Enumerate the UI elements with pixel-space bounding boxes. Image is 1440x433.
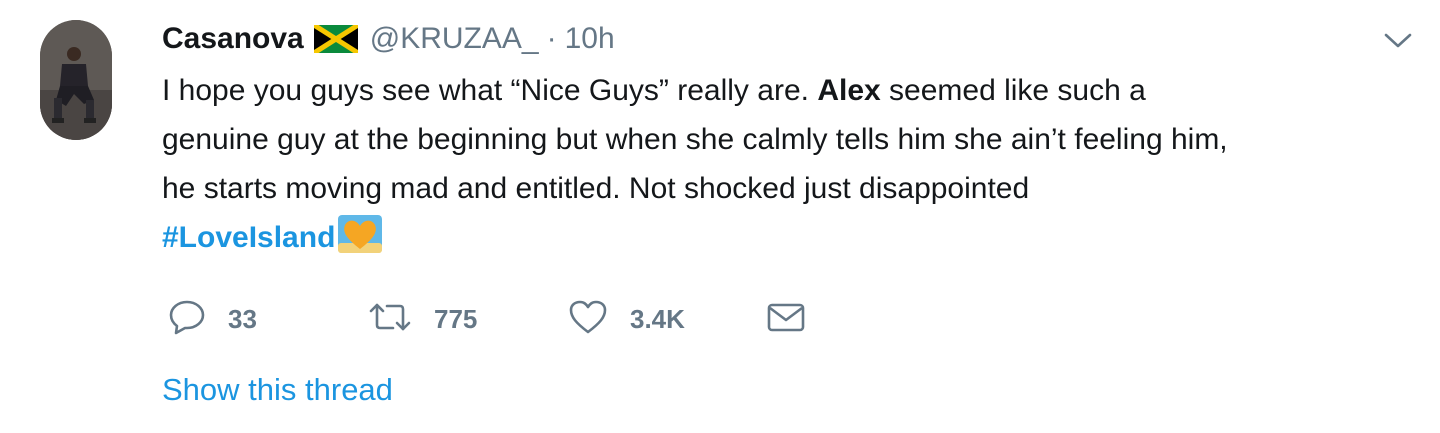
tweet-text-line-3: he starts moving mad and entitled. Not s… — [162, 172, 1030, 205]
bold-name: Alex — [817, 74, 881, 107]
tweet-header: Casanova @KRUZAA_ · 10h — [162, 18, 615, 60]
reply-button[interactable]: 33 — [168, 296, 257, 342]
like-count: 3.4K — [630, 303, 685, 334]
show-thread-link[interactable]: Show this thread — [162, 372, 393, 408]
tweet-text-line-4: #LoveIsland — [162, 213, 1422, 262]
timestamp[interactable]: 10h — [565, 22, 615, 56]
tweet-actions: 33 775 3.4K — [168, 296, 868, 342]
direct-message-button[interactable] — [766, 296, 806, 342]
username-handle[interactable]: @KRUZAA_ — [370, 22, 539, 56]
retweet-icon — [368, 301, 412, 338]
text-segment: seemed like such a — [880, 74, 1146, 107]
heart-icon — [568, 299, 608, 340]
avatar[interactable] — [40, 20, 112, 140]
tweet-text-line-2: genuine guy at the beginning but when sh… — [162, 123, 1228, 156]
display-name[interactable]: Casanova — [162, 22, 304, 56]
hashtag-link[interactable]: #LoveIsland — [162, 221, 335, 254]
retweet-count: 775 — [434, 303, 478, 334]
separator-dot: · — [546, 22, 557, 55]
chevron-down-icon[interactable] — [1380, 26, 1416, 54]
reply-icon — [168, 299, 206, 340]
reply-count: 33 — [228, 303, 257, 334]
text-segment: I hope you guys see what “Nice Guys” rea… — [162, 74, 818, 107]
envelope-icon — [766, 301, 806, 338]
jamaica-flag-icon — [312, 22, 360, 56]
like-button[interactable]: 3.4K — [568, 296, 685, 342]
tweet-text: I hope you guys see what “Nice Guys” rea… — [162, 66, 1422, 262]
tweet-text-line-1: I hope you guys see what “Nice Guys” rea… — [162, 66, 1422, 115]
retweet-button[interactable]: 775 — [368, 296, 477, 342]
love-island-heart-emoji-icon — [337, 213, 383, 255]
